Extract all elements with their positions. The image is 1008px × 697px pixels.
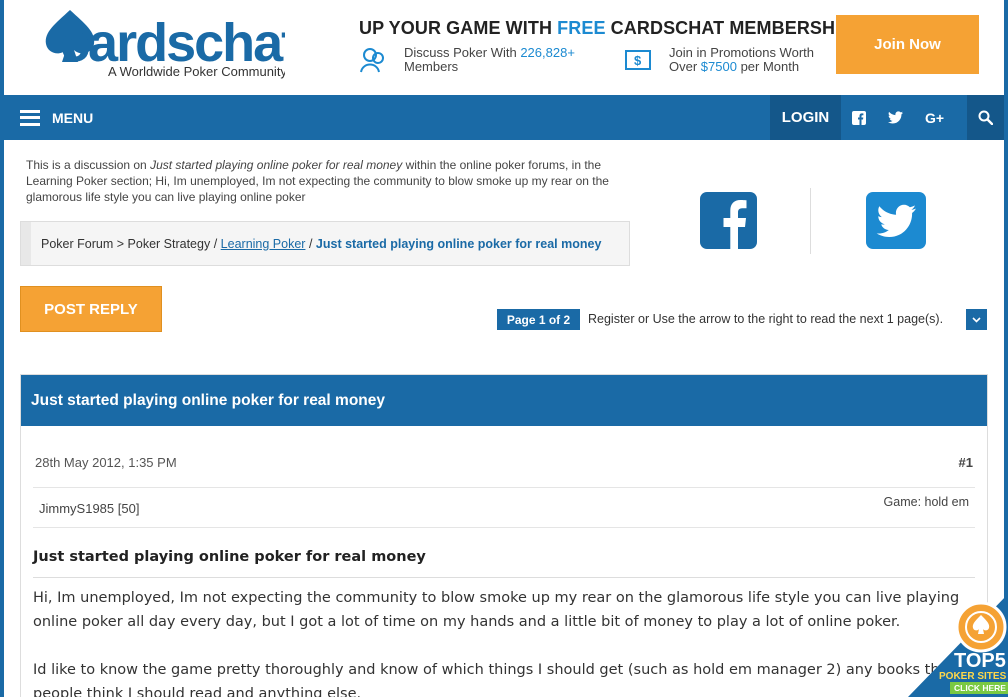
logo-tagline: A Worldwide Poker Community [108,64,285,79]
promo-title-pre: UP YOUR GAME WITH [359,18,553,38]
breadcrumb-current: Just started playing online poker for re… [315,236,602,251]
promo-title-free: FREE [557,18,606,38]
promo-title: UP YOUR GAME WITH FREE CARDSCHAT MEMBERS… [359,18,852,39]
svg-text:G+: G+ [925,111,944,125]
promo-members-label: Members [404,59,459,74]
promo-members-count: 226,828+ [520,45,575,60]
promo-promotions-over: Over [669,59,698,74]
twitter-icon[interactable] [886,95,904,140]
facebook-icon[interactable] [850,95,868,140]
divider [33,487,975,488]
page-nav-text: Register or Use the arrow to the right t… [588,312,944,326]
cardschat-logo[interactable]: cardschat A Worldwide Poker Community [40,6,301,81]
breadcrumb-accent [21,222,31,265]
top5-click-label: CLICK HERE [954,683,1006,693]
divider [33,527,975,528]
facebook-share-icon[interactable] [700,192,757,249]
top5-sites-label: POKER SITES [939,671,1007,682]
promo-title-post: CARDSCHAT MEMBERSHIP [610,18,853,38]
breadcrumb-learning-poker[interactable]: Learning Poker [221,237,306,251]
promo-members: Discuss Poker With 226,828+ Members [404,46,575,74]
thread-title: Just started playing online poker for re… [21,375,987,426]
members-icon [360,48,384,73]
google-plus-icon[interactable]: G+ [924,95,948,140]
breadcrumb-poker-forum[interactable]: Poker Forum [41,237,113,251]
svg-text:$: $ [634,53,642,68]
divider [33,577,975,578]
hamburger-icon [20,109,40,126]
search-icon [978,110,993,125]
promo-members-text: Discuss Poker With [404,45,517,60]
post-permalink[interactable]: #1 [959,455,973,470]
page-frame-right [1004,0,1008,697]
breadcrumb-sep: / [213,236,218,251]
thread-intro: This is a discussion on Just started pla… [26,157,626,205]
twitter-share-icon[interactable] [866,192,926,249]
next-page-button[interactable] [966,309,987,330]
menu-button[interactable]: MENU [20,95,93,140]
breadcrumb-sep: / [308,236,313,251]
intro-thread-title: Just started playing online poker for re… [150,158,403,172]
breadcrumb-poker-strategy[interactable]: Poker Strategy [128,237,211,251]
promo-promotions-label: per Month [740,59,800,74]
page-indicator: Page 1 of 2 [497,309,580,330]
main-nav: MENU LOGIN G+ [4,95,1004,140]
post-body: Hi, Im unemployed, Im not expecting the … [33,586,973,697]
social-divider [810,188,811,254]
join-now-button[interactable]: Join Now [836,15,979,74]
login-button[interactable]: LOGIN [770,95,841,140]
post-paragraph: Hi, Im unemployed, Im not expecting the … [33,590,960,630]
promo-promotions: Join in Promotions Worth Over $7500 per … [669,46,814,74]
top5-poker-sites-badge[interactable]: TOP5 POKER SITES CLICK HERE [908,594,1008,697]
post-author[interactable]: JimmyS1985 [50] [39,501,139,516]
post-date: 28th May 2012, 1:35 PM [35,455,177,470]
post-title: Just started playing online poker for re… [33,549,426,565]
thread-container: Just started playing online poker for re… [20,374,988,697]
logo-graphic: cardschat A Worldwide Poker Community [45,10,301,79]
site-header: cardschat A Worldwide Poker Community UP… [4,0,1004,95]
post-game: Game: hold em [883,495,969,509]
post-paragraph: Id like to know the game pretty thorough… [33,662,955,697]
menu-label: MENU [52,109,94,126]
money-icon: $ [625,50,651,70]
promo-promotions-text: Join in Promotions Worth [669,45,814,60]
breadcrumb: Poker Forum > Poker Strategy / Learning … [20,221,630,266]
promo-promotions-amount: $7500 [700,59,737,74]
search-toggle[interactable] [967,95,1004,140]
post-reply-button[interactable]: POST REPLY [20,286,162,332]
chevron-down-icon [972,316,981,323]
breadcrumb-sep: > [116,236,125,251]
top5-label: TOP5 [954,650,1006,672]
intro-pre: This is a discussion on [26,158,147,172]
